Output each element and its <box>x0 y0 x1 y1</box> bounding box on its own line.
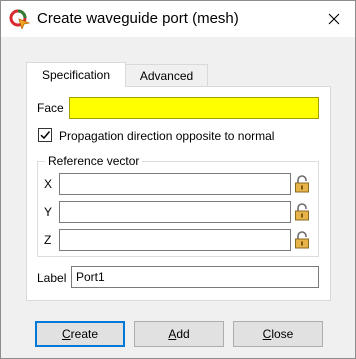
label-field[interactable]: Port1 <box>71 266 319 288</box>
label-label: Label <box>37 271 67 285</box>
tab-advanced-label: Advanced <box>139 69 194 83</box>
add-button-mnemonic: A <box>168 327 177 341</box>
tab-specification[interactable]: Specification <box>26 62 126 87</box>
close-button-label: lose <box>271 327 294 341</box>
close-window-button[interactable] <box>321 7 347 31</box>
checkmark-icon <box>40 131 51 140</box>
lock-icon[interactable] <box>293 203 311 221</box>
close-button-mnemonic: C <box>262 327 272 341</box>
face-field[interactable] <box>69 97 319 119</box>
close-button[interactable]: Close <box>233 321 323 347</box>
tab-specification-label: Specification <box>41 68 111 82</box>
propagation-label: Propagation direction opposite to normal <box>59 129 275 143</box>
y-field[interactable] <box>59 201 291 223</box>
add-button[interactable]: Add <box>134 321 224 347</box>
x-field[interactable] <box>59 173 291 195</box>
title-bar: Create waveguide port (mesh) <box>1 1 355 37</box>
add-button-label: dd <box>176 327 190 341</box>
z-field[interactable] <box>59 229 291 251</box>
window-title: Create waveguide port (mesh) <box>37 10 239 27</box>
lock-icon[interactable] <box>293 231 311 249</box>
app-logo-icon <box>9 9 31 29</box>
face-label: Face <box>37 101 64 115</box>
lock-icon[interactable] <box>293 175 311 193</box>
close-icon <box>328 13 340 25</box>
z-label: Z <box>44 233 52 247</box>
tab-advanced[interactable]: Advanced <box>126 64 208 87</box>
create-button-label: reate <box>70 327 99 341</box>
y-label: Y <box>44 205 53 219</box>
create-button-mnemonic: C <box>61 327 71 341</box>
reference-vector-title: Reference vector <box>45 154 143 168</box>
propagation-checkbox[interactable] <box>38 128 52 142</box>
x-label: X <box>44 177 53 191</box>
dialog-window: Create waveguide port (mesh) Specificati… <box>0 0 356 359</box>
create-button[interactable]: Create <box>35 321 125 347</box>
